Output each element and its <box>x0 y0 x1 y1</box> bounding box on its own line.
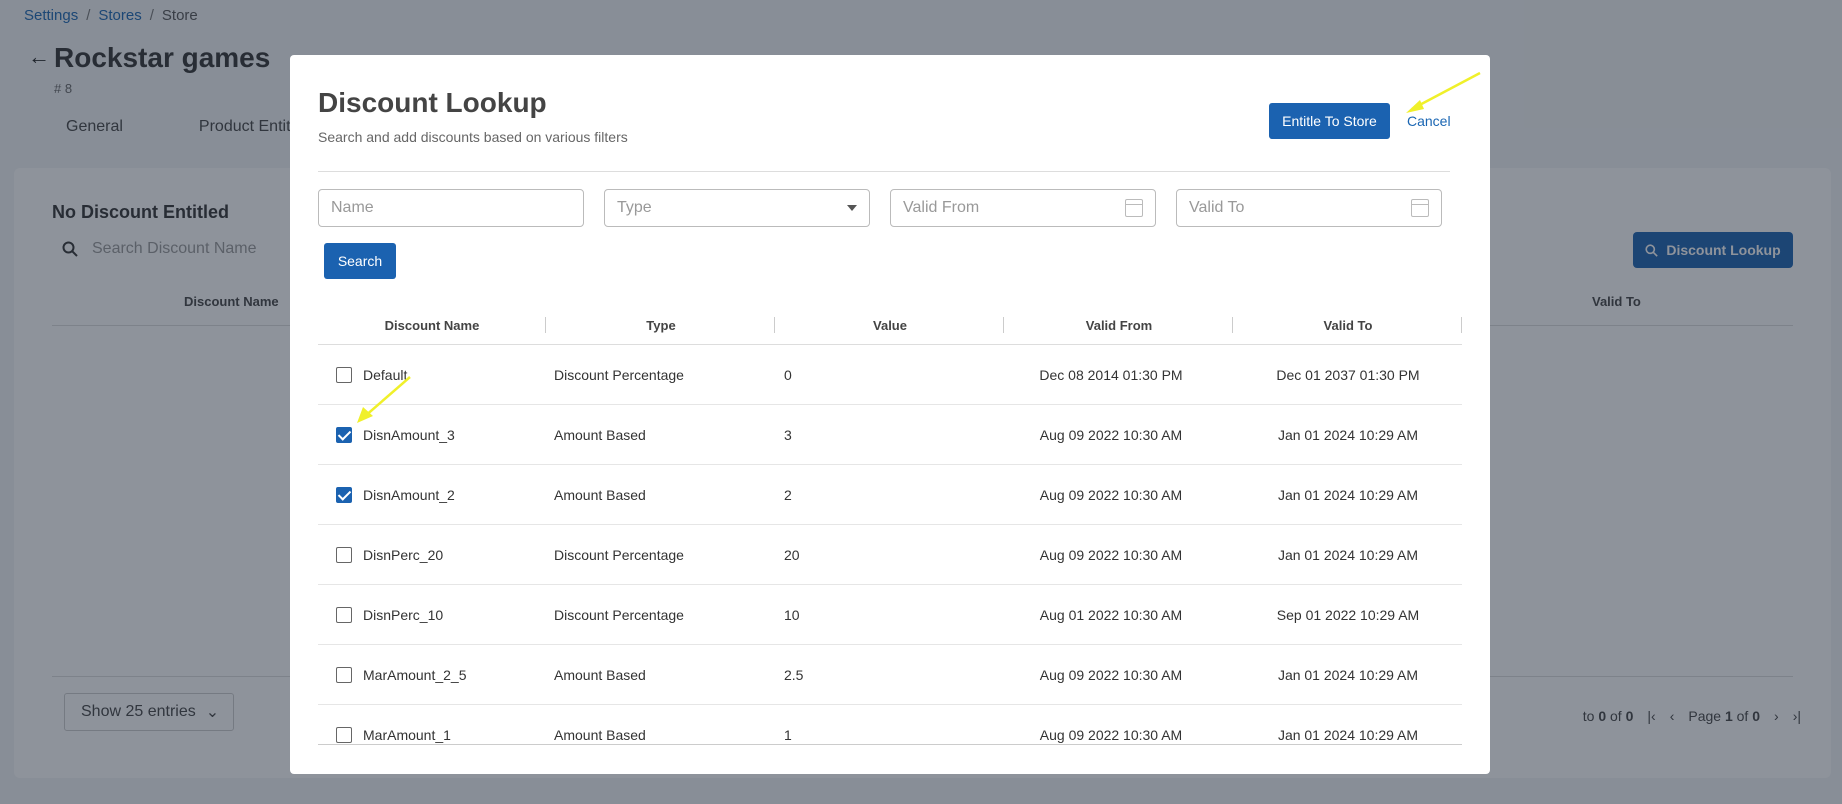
row-checkbox[interactable] <box>336 667 352 683</box>
row-checkbox[interactable] <box>336 487 352 503</box>
search-button[interactable]: Search <box>324 243 396 279</box>
cell-type: Discount Percentage <box>554 607 684 623</box>
row-checkbox[interactable] <box>336 427 352 443</box>
cell-type: Amount Based <box>554 667 646 683</box>
cell-value: 2.5 <box>784 667 804 683</box>
table-row[interactable]: DisnAmount_3 Amount Based 3 Aug 09 2022 10:… <box>318 405 1462 465</box>
cell-valid-to: Jan 01 2024 10:29 AM <box>1277 667 1419 683</box>
row-checkbox[interactable] <box>336 727 352 743</box>
table-row[interactable]: DisnPerc_20 Discount Percentage 20 Aug 09 2… <box>318 525 1462 585</box>
cell-valid-to: Jan 01 2024 10:29 AM <box>1277 427 1419 443</box>
cell-valid-to: Jan 01 2024 10:29 AM <box>1277 547 1419 563</box>
cell-name: DisnAmount_2 <box>363 487 455 503</box>
row-checkbox[interactable] <box>336 547 352 563</box>
cell-value: 2 <box>784 487 792 503</box>
cell-value: 3 <box>784 427 792 443</box>
cell-value: 10 <box>784 607 800 623</box>
type-filter-select[interactable]: Type <box>604 189 870 227</box>
cell-type: Amount Based <box>554 427 646 443</box>
table-row[interactable]: DisnPerc_10 Discount Percentage 10 Aug 01 2… <box>318 585 1462 645</box>
cell-value: 20 <box>784 547 800 563</box>
discount-lookup-modal: Discount Lookup Search and add discounts… <box>290 55 1490 774</box>
cell-type: Discount Percentage <box>554 547 684 563</box>
modal-title: Discount Lookup <box>318 87 547 118</box>
table-row[interactable]: MarAmount_2_5 Amount Based 2.5 Aug 09 2022 … <box>318 645 1462 705</box>
modal-subtitle: Search and add discounts based on variou… <box>318 129 628 145</box>
table-row[interactable]: DisnAmount_2 Amount Based 2 Aug 09 2022 10:… <box>318 465 1462 525</box>
name-filter-placeholder: Name <box>331 199 374 216</box>
calendar-icon[interactable] <box>1125 199 1143 217</box>
column-header-type[interactable]: Type <box>547 305 775 345</box>
valid-to-filter-input[interactable]: Valid To <box>1176 189 1442 227</box>
cell-name: DisnPerc_20 <box>363 547 444 563</box>
caret-down-icon <box>847 205 857 211</box>
cell-type: Amount Based <box>554 727 646 743</box>
annotation-arrow <box>1406 71 1481 113</box>
cell-valid-from: Dec 08 2014 01:30 PM <box>1039 367 1183 383</box>
cell-valid-to: Jan 01 2024 10:29 AM <box>1277 487 1419 503</box>
row-checkbox[interactable] <box>336 607 352 623</box>
table-row[interactable]: MarAmount_1 Amount Based 1 Aug 09 2022 10:3… <box>318 705 1462 744</box>
calendar-icon[interactable] <box>1411 199 1429 217</box>
cell-type: Amount Based <box>554 487 646 503</box>
cell-name: MarAmount_1 <box>363 727 451 743</box>
valid-to-placeholder: Valid To <box>1189 199 1245 216</box>
column-header-discount-name[interactable]: Discount Name <box>318 305 546 345</box>
cell-valid-from: Aug 09 2022 10:30 AM <box>1039 727 1183 743</box>
cell-valid-from: Aug 09 2022 10:30 AM <box>1039 547 1183 563</box>
cell-valid-to: Dec 01 2037 01:30 PM <box>1276 367 1420 383</box>
cell-type: Discount Percentage <box>554 367 684 383</box>
table-row[interactable]: Default Discount Percentage 0 Dec 08 2014 0… <box>318 345 1462 405</box>
column-header-valid-to[interactable]: Valid To <box>1234 305 1462 345</box>
valid-from-filter-input[interactable]: Valid From <box>890 189 1156 227</box>
valid-from-placeholder: Valid From <box>903 199 980 216</box>
entitle-to-store-button[interactable]: Entitle To Store <box>1269 103 1390 139</box>
type-filter-placeholder: Type <box>617 199 652 216</box>
cell-value: 1 <box>784 727 792 743</box>
cell-valid-to: Sep 01 2022 10:29 AM <box>1276 607 1420 623</box>
annotation-arrow <box>357 376 411 423</box>
cell-valid-from: Aug 01 2022 10:30 AM <box>1039 607 1183 623</box>
cell-valid-to: Jan 01 2024 10:29 AM <box>1277 727 1419 743</box>
cell-valid-from: Aug 09 2022 10:30 AM <box>1039 667 1183 683</box>
table-header: Discount Name Type Value Valid From Vali… <box>318 305 1462 345</box>
name-filter-input[interactable]: Name <box>318 189 584 227</box>
discount-table-body[interactable]: Default Discount Percentage 0 Dec 08 2014 0… <box>318 345 1462 745</box>
cell-value: 0 <box>784 367 792 383</box>
header-divider <box>318 171 1450 172</box>
cell-valid-from: Aug 09 2022 10:30 AM <box>1039 427 1183 443</box>
column-header-valid-from[interactable]: Valid From <box>1005 305 1233 345</box>
cell-valid-from: Aug 09 2022 10:30 AM <box>1039 487 1183 503</box>
column-header-value[interactable]: Value <box>776 305 1004 345</box>
cell-name: MarAmount_2_5 <box>363 667 467 683</box>
cell-name: DisnPerc_10 <box>363 607 444 623</box>
row-checkbox[interactable] <box>336 367 352 383</box>
